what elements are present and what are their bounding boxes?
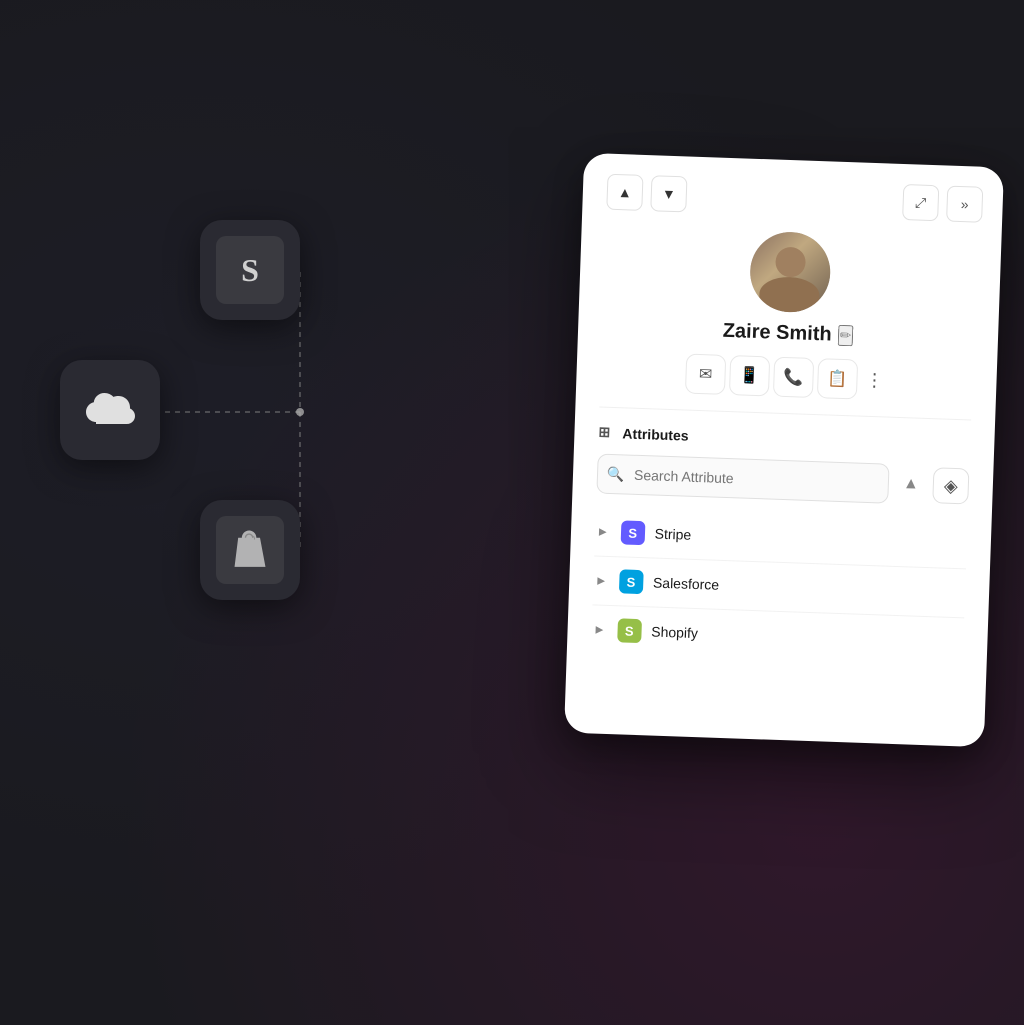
stripe-label: Stripe (654, 526, 691, 543)
add-attribute-icon: ◈ (944, 475, 959, 496)
shopify-logo: S (617, 618, 642, 643)
chevron-up-icon: ▲ (618, 184, 632, 200)
nav-down-button[interactable]: ▼ (650, 175, 687, 212)
search-icon: 🔍 (607, 465, 625, 483)
forward-icon: » (961, 196, 969, 212)
note-button[interactable]: 📋 (817, 358, 858, 399)
chevron-right-icon: ▶ (595, 624, 603, 635)
salesforce-logo: S (619, 569, 644, 594)
salesforce-icon (60, 360, 160, 460)
attributes-icon: ⊞ (598, 424, 617, 443)
attributes-header: ⊞ Attributes (598, 424, 970, 455)
shopify-bag-svg (225, 525, 275, 575)
email-icon: ✉ (699, 364, 713, 384)
action-icons-row: ✉ 📱 📞 📋 ⋮ (600, 351, 973, 404)
chevron-right-icon: ▶ (597, 575, 605, 586)
avatar (749, 231, 832, 314)
collapse-icon: ▲ (903, 475, 919, 494)
shopify-logo (216, 516, 284, 584)
more-actions-button[interactable]: ⋮ (861, 369, 888, 391)
avatar-section: Zaire Smith ✏ (602, 226, 978, 352)
profile-card: ▲ ▼ ⤢ » Zaire Smith ✏ (564, 153, 1004, 747)
shopify-icon (200, 500, 300, 600)
integrations-list: ▶ S Stripe ▶ S Salesforce ▶ S Shopify (591, 509, 968, 664)
device-button[interactable]: 📱 (729, 355, 770, 396)
card-wrapper: ▲ ▼ ⤢ » Zaire Smith ✏ (564, 153, 1004, 747)
device-icon: 📱 (739, 365, 760, 386)
squarespace-logo: S (216, 236, 284, 304)
expand-button[interactable]: ⤢ (902, 184, 939, 221)
search-attribute-input[interactable] (596, 454, 889, 504)
chevron-right-icon: ▶ (599, 526, 607, 537)
search-wrapper: 🔍 ▲ ◈ (596, 454, 969, 507)
edit-name-button[interactable]: ✏ (837, 325, 853, 347)
pencil-icon: ✏ (839, 327, 851, 343)
more-icon: ⋮ (865, 369, 884, 390)
user-name-text: Zaire Smith (722, 320, 832, 347)
icons-area: S (60, 220, 440, 640)
search-input-container: 🔍 (596, 454, 889, 504)
avatar-image (749, 231, 832, 314)
attributes-title: Attributes (622, 425, 689, 443)
chevron-down-icon: ▼ (662, 186, 676, 202)
squarespace-icon: S (200, 220, 300, 320)
collapse-button[interactable]: ▲ (896, 470, 925, 499)
salesforce-label: Salesforce (653, 575, 720, 593)
expand-icon: ⤢ (915, 194, 927, 211)
divider (599, 407, 971, 421)
add-attribute-button[interactable]: ◈ (932, 467, 969, 504)
shopify-label: Shopify (651, 623, 698, 641)
phone-button[interactable]: 📞 (773, 357, 814, 398)
user-name: Zaire Smith ✏ (722, 320, 853, 348)
email-button[interactable]: ✉ (685, 354, 726, 395)
stripe-logo: S (620, 520, 645, 545)
card-top-right-actions: ⤢ » (902, 184, 983, 223)
phone-icon: 📞 (783, 367, 804, 388)
nav-up-button[interactable]: ▲ (606, 174, 643, 211)
forward-button[interactable]: » (946, 186, 983, 223)
cloud-svg (82, 390, 138, 430)
note-icon: 📋 (827, 368, 848, 389)
